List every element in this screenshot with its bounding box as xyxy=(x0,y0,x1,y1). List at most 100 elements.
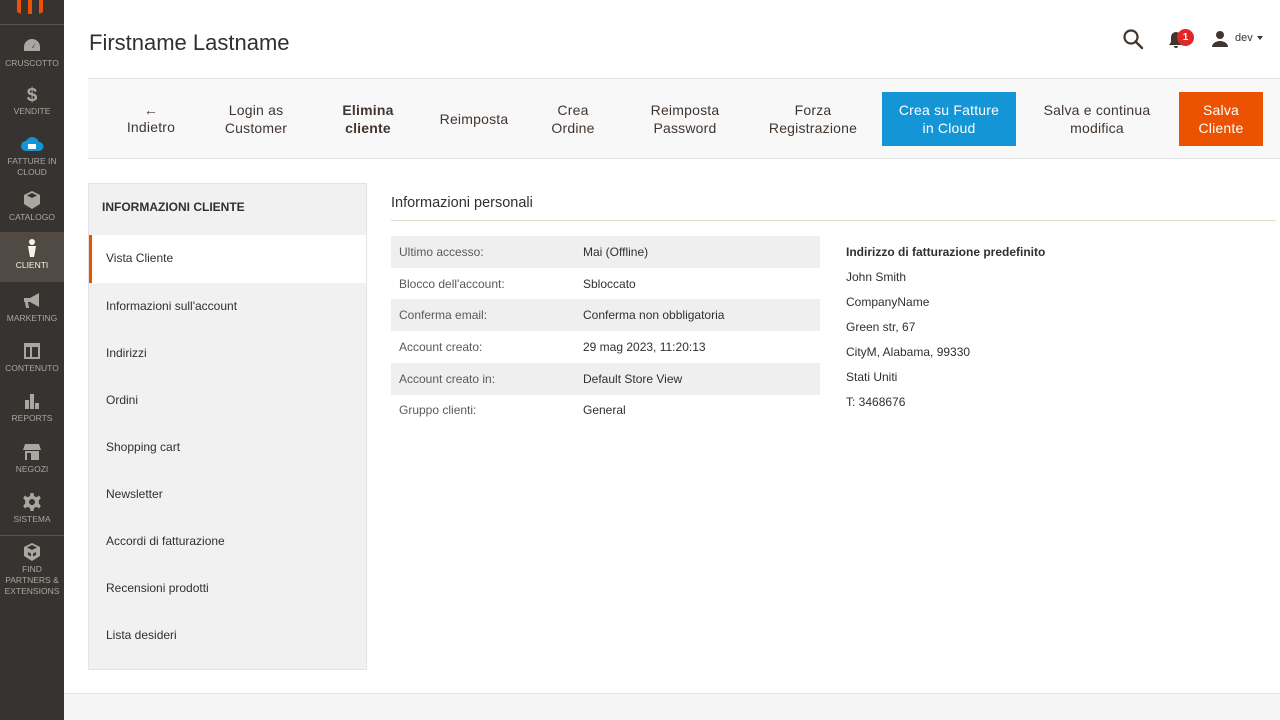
tab-billing-agreements[interactable]: Accordi di fatturazione xyxy=(89,518,366,565)
tabs-title: INFORMAZIONI CLIENTE xyxy=(102,200,245,214)
login-as-customer-label: Login as Customer xyxy=(224,102,288,136)
gear-icon xyxy=(23,493,41,511)
admin-sidebar: CRUSCOTTO $ VENDITE FATTURE IN CLOUD CAT… xyxy=(0,0,64,720)
info-row: Conferma email: Conferma non obbligatori… xyxy=(391,299,820,331)
info-label: Account creato in: xyxy=(399,372,496,386)
sidebar-item-fatture-in-cloud[interactable]: FATTURE IN CLOUD xyxy=(0,134,64,178)
store-icon xyxy=(23,444,41,460)
chevron-down-icon[interactable] xyxy=(1257,36,1263,40)
reset-button[interactable]: Reimposta xyxy=(432,92,516,146)
sidebar-item-catalog[interactable]: CATALOGO xyxy=(0,190,64,223)
sidebar-item-stores[interactable]: NEGOZI xyxy=(0,442,64,475)
billing-address-line: Stati Uniti xyxy=(846,370,898,384)
info-value: Mai (Offline) xyxy=(583,245,649,259)
sidebar-item-marketing[interactable]: MARKETING xyxy=(0,291,64,324)
magento-logo-icon[interactable] xyxy=(15,0,45,14)
reset-button-label: Reimposta xyxy=(439,111,509,127)
sidebar-item-label: REPORTS xyxy=(11,413,53,423)
tab-orders[interactable]: Ordini xyxy=(89,377,366,424)
search-icon[interactable] xyxy=(1122,28,1144,50)
billing-address-line: CompanyName xyxy=(846,295,930,309)
section-divider xyxy=(391,220,1276,221)
sidebar-item-reports[interactable]: REPORTS xyxy=(0,391,64,424)
info-row: Account creato in: Default Store View xyxy=(391,363,820,395)
sidebar-item-label: CRUSCOTTO xyxy=(5,58,59,68)
dashboard-icon xyxy=(24,39,40,51)
account-username[interactable]: dev xyxy=(1235,32,1253,44)
dollar-icon: $ xyxy=(27,85,38,104)
save-customer-button[interactable]: Salva Cliente xyxy=(1179,92,1263,146)
delete-customer-label: Elimina cliente xyxy=(342,102,394,136)
tab-wishlist[interactable]: Lista desideri xyxy=(89,612,366,659)
tab-account-information[interactable]: Informazioni sull'account xyxy=(89,283,366,330)
sidebar-divider xyxy=(0,535,64,536)
force-registration-button[interactable]: Forza Registrazione xyxy=(764,92,862,146)
page-title: Firstname Lastname xyxy=(89,30,290,55)
sidebar-item-label: CATALOGO xyxy=(9,212,55,222)
billing-address-title: Indirizzo di fatturazione predefinito xyxy=(846,245,1046,259)
sidebar-item-label: FATTURE IN CLOUD xyxy=(7,156,57,177)
section-title: Informazioni personali xyxy=(391,195,533,211)
tab-newsletter[interactable]: Newsletter xyxy=(89,471,366,518)
create-order-button[interactable]: Crea Ordine xyxy=(540,92,606,146)
user-icon[interactable] xyxy=(1210,29,1230,49)
info-label: Account creato: xyxy=(399,340,483,354)
sidebar-item-label: MARKETING xyxy=(6,313,58,323)
tab-customer-view[interactable]: Vista Cliente xyxy=(89,235,366,283)
megaphone-icon xyxy=(24,293,39,308)
layout-icon xyxy=(24,343,40,359)
customer-tabs-panel: INFORMAZIONI CLIENTE Vista Cliente Infor… xyxy=(88,183,367,670)
back-button[interactable]: ← Indietro xyxy=(118,92,184,146)
info-label: Ultimo accesso: xyxy=(399,245,484,259)
back-button-label: Indietro xyxy=(126,119,176,135)
sidebar-item-find-partners[interactable]: FIND PARTNERS & EXTENSIONS xyxy=(0,542,64,597)
info-value: Sbloccato xyxy=(583,277,636,291)
sidebar-item-label: CLIENTI xyxy=(15,260,49,270)
sidebar-item-label: VENDITE xyxy=(13,106,51,116)
sidebar-item-label: CONTENUTO xyxy=(5,363,59,373)
sidebar-item-content[interactable]: CONTENUTO xyxy=(0,341,64,374)
sidebar-item-customers[interactable]: CLIENTI xyxy=(0,232,64,282)
notification-count-badge[interactable]: 1 xyxy=(1177,29,1194,46)
tab-addresses[interactable]: Indirizzi xyxy=(89,330,366,377)
info-row: Account creato: 29 mag 2023, 11:20:13 xyxy=(391,331,820,363)
page-actions-toolbar: ← Indietro Login as Customer Elimina cli… xyxy=(88,78,1280,159)
svg-text:$: $ xyxy=(27,85,38,104)
person-icon xyxy=(28,239,36,257)
info-row: Blocco dell'account: Sbloccato xyxy=(391,268,820,300)
info-value: 29 mag 2023, 11:20:13 xyxy=(583,340,706,354)
sidebar-item-label: NEGOZI xyxy=(15,464,49,474)
billing-address-line: Green str, 67 xyxy=(846,320,916,334)
force-registration-label: Forza Registrazione xyxy=(768,102,858,136)
sidebar-item-label: FIND PARTNERS & EXTENSIONS xyxy=(4,564,60,596)
login-as-customer-button[interactable]: Login as Customer xyxy=(208,92,304,146)
info-value: General xyxy=(583,403,626,417)
sidebar-divider xyxy=(0,24,64,25)
sidebar-item-sales[interactable]: $ VENDITE xyxy=(0,84,64,117)
tab-shopping-cart[interactable]: Shopping cart xyxy=(89,424,366,471)
sidebar-item-system[interactable]: SISTEMA xyxy=(0,492,64,525)
sidebar-item-label: SISTEMA xyxy=(13,514,51,524)
cubes-icon xyxy=(24,543,40,561)
billing-address-line: T: 3468676 xyxy=(846,395,906,409)
info-value: Conferma non obbligatoria xyxy=(583,308,725,322)
info-row: Gruppo clienti: General xyxy=(391,394,820,426)
create-on-fatture-in-cloud-label: Crea su Fatture in Cloud xyxy=(898,102,1000,136)
billing-address-line: John Smith xyxy=(846,270,907,284)
cloud-icon xyxy=(21,137,44,151)
tab-product-reviews[interactable]: Recensioni prodotti xyxy=(89,565,366,612)
save-and-continue-button[interactable]: Salva e continua modifica xyxy=(1034,92,1160,146)
create-on-fatture-in-cloud-button[interactable]: Crea su Fatture in Cloud xyxy=(882,92,1016,146)
info-label: Conferma email: xyxy=(399,308,488,322)
reset-password-button[interactable]: Reimposta Password xyxy=(630,92,740,146)
save-customer-label: Salva Cliente xyxy=(1198,102,1244,136)
create-order-label: Crea Ordine xyxy=(551,102,595,136)
info-label: Blocco dell'account: xyxy=(399,277,505,291)
bar-chart-icon xyxy=(25,394,39,409)
sidebar-item-dashboard[interactable]: CRUSCOTTO xyxy=(0,36,64,69)
info-row: Ultimo accesso: Mai (Offline) xyxy=(391,236,820,268)
arrow-left-icon: ← xyxy=(143,102,159,118)
delete-customer-button[interactable]: Elimina cliente xyxy=(328,92,408,146)
info-value: Default Store View xyxy=(583,372,683,386)
billing-address-line: CityM, Alabama, 99330 xyxy=(846,345,971,359)
